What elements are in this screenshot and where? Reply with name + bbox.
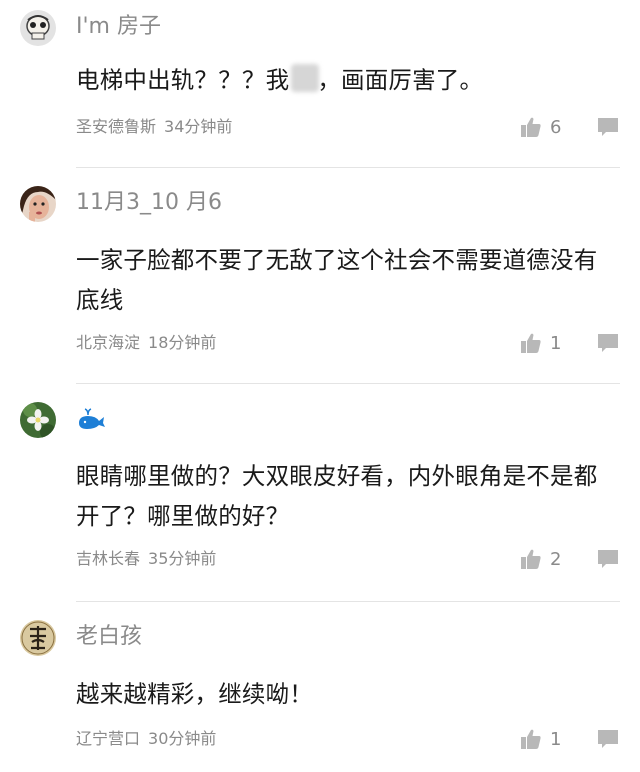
comment-item: 老白孩 越来越精彩，继续呦！ 辽宁营口 30分钟前 1 — [0, 602, 640, 772]
timestamp: 18分钟前 — [148, 333, 217, 352]
timestamp: 34分钟前 — [164, 117, 233, 136]
comment-item: I'm 房子 电梯中出轨？？？我 ，画面厉害了。 圣安德鲁斯 34分钟前 6 — [0, 0, 640, 168]
like-count: 6 — [550, 116, 562, 138]
reply-icon[interactable] — [597, 728, 619, 750]
comment-meta: 北京海淀 18分钟前 — [76, 332, 216, 354]
whale-icon — [79, 408, 105, 429]
like-count: 2 — [550, 548, 562, 570]
comment-item: 眼睛哪里做的？大双眼皮好看，内外眼角是不是都开了？哪里做的好？ 吉林长春 35分钟… — [0, 384, 640, 602]
location: 辽宁营口 — [76, 729, 141, 748]
like-count: 1 — [550, 332, 562, 354]
comment-meta: 吉林长春 35分钟前 — [76, 548, 216, 570]
avatar[interactable] — [20, 186, 56, 222]
username[interactable]: 11月3_10 月6 — [76, 188, 222, 218]
reply-icon[interactable] — [597, 116, 619, 138]
thumbs-up-icon — [521, 117, 541, 137]
avatar[interactable] — [20, 620, 56, 656]
username[interactable]: I'm 房子 — [76, 12, 161, 42]
comment-text-part: 电梯中出轨？？？我 — [76, 66, 290, 94]
thumbs-up-icon — [521, 549, 541, 569]
thumbs-up-icon — [521, 729, 541, 749]
comment-text: 一家子脸都不要了无敌了这个社会不需要道德没有底线 — [76, 246, 598, 314]
location: 吉林长春 — [76, 549, 141, 568]
like-button[interactable]: 2 — [520, 548, 561, 570]
like-button[interactable]: 1 — [520, 728, 561, 750]
username[interactable] — [76, 404, 106, 434]
username[interactable]: 老白孩 — [76, 622, 142, 652]
reply-icon[interactable] — [597, 548, 619, 570]
location: 北京海淀 — [76, 333, 141, 352]
comment-meta: 辽宁营口 30分钟前 — [76, 728, 216, 750]
timestamp: 30分钟前 — [148, 729, 217, 748]
comment-text: 眼睛哪里做的？大双眼皮好看，内外眼角是不是都开了？哪里做的好？ — [76, 462, 598, 530]
reply-icon[interactable] — [597, 332, 619, 354]
blurred-text — [291, 64, 320, 92]
comment-text-part: ，画面厉害了。 — [317, 66, 484, 94]
avatar[interactable] — [20, 402, 56, 438]
timestamp: 35分钟前 — [148, 549, 217, 568]
comment-item: 11月3_10 月6 一家子脸都不要了无敌了这个社会不需要道德没有底线 北京海淀… — [0, 168, 640, 384]
comment-text: 越来越精彩，继续呦！ — [76, 680, 313, 708]
comment-meta: 圣安德鲁斯 34分钟前 — [76, 116, 232, 138]
avatar[interactable] — [20, 10, 56, 46]
location: 圣安德鲁斯 — [76, 117, 157, 136]
comment-text: 电梯中出轨？？？我 ，画面厉害了。 — [76, 60, 616, 100]
like-button[interactable]: 6 — [520, 116, 561, 138]
like-button[interactable]: 1 — [520, 332, 561, 354]
thumbs-up-icon — [521, 333, 541, 353]
like-count: 1 — [550, 728, 562, 750]
